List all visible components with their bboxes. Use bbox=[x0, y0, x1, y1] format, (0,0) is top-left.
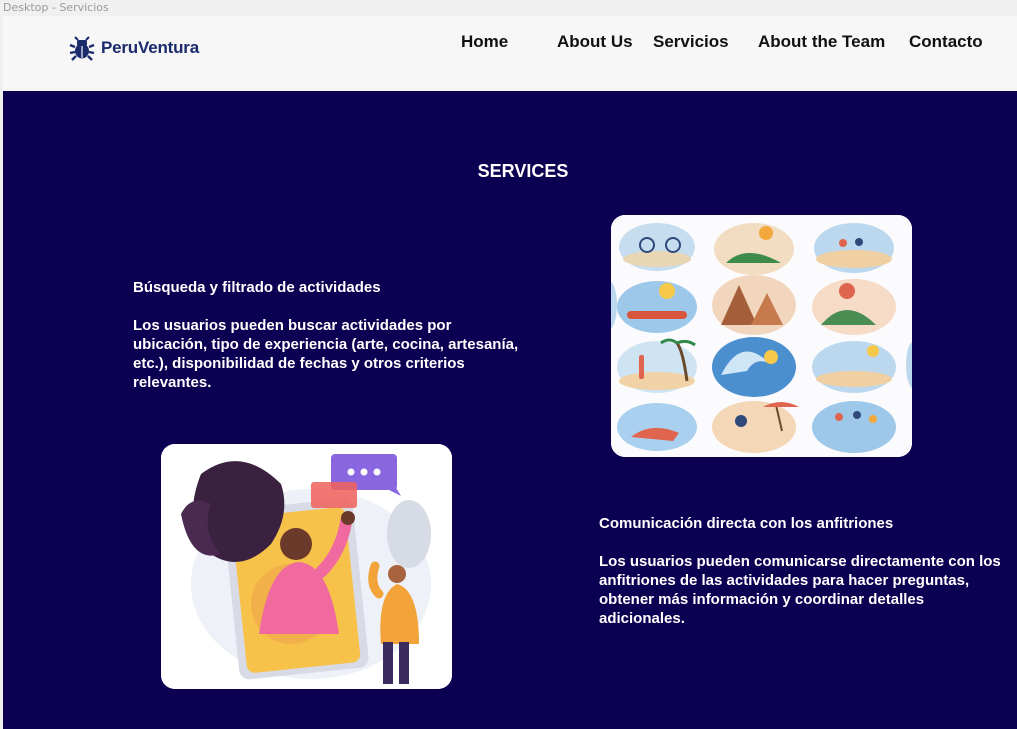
video-chat-image bbox=[161, 444, 452, 689]
feature-title: Búsqueda y filtrado de actividades bbox=[133, 279, 381, 296]
nav-contacto[interactable]: Contacto bbox=[909, 32, 983, 52]
feature-communication: Comunicación directa con los anfitriones… bbox=[599, 514, 1009, 628]
nav-home[interactable]: Home bbox=[461, 32, 508, 52]
activities-illustration bbox=[611, 215, 912, 457]
frame-label: Desktop - Servicios bbox=[3, 1, 109, 14]
nav-about-us[interactable]: About Us bbox=[557, 32, 633, 52]
services-section: SERVICES Búsqueda y filtrado de activida… bbox=[3, 91, 1017, 729]
feature-search: Búsqueda y filtrado de actividades Los u… bbox=[133, 278, 523, 392]
activities-collage-image bbox=[611, 215, 912, 457]
chat-illustration bbox=[161, 444, 452, 689]
feature-description: Los usuarios pueden comunicarse directam… bbox=[599, 553, 1001, 627]
nav-servicios[interactable]: Servicios bbox=[653, 32, 729, 52]
feature-title: Comunicación directa con los anfitriones bbox=[599, 515, 894, 532]
main-nav: Home About Us Servicios About the Team C… bbox=[3, 32, 1017, 56]
section-title: SERVICES bbox=[477, 161, 569, 181]
nav-about-the-team[interactable]: About the Team bbox=[758, 32, 885, 52]
feature-description: Los usuarios pueden buscar actividades p… bbox=[133, 317, 519, 391]
navbar: PeruVentura Home About Us Servicios Abou… bbox=[3, 16, 1017, 91]
